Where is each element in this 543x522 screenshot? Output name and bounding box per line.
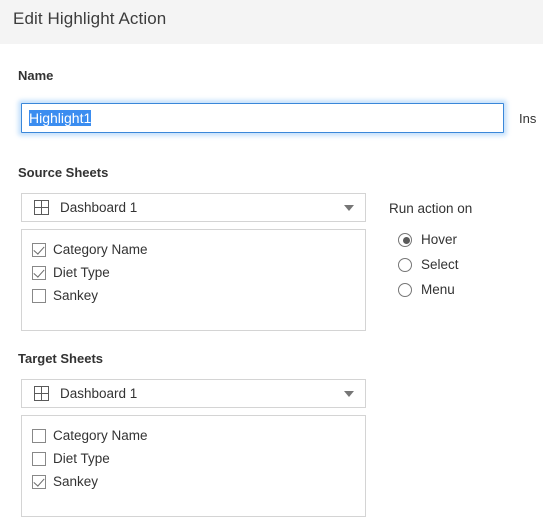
radio-icon[interactable] [398,232,412,247]
name-input-wrapper [18,100,507,136]
chevron-down-icon [344,390,354,397]
checkbox-icon[interactable] [32,265,46,280]
list-item[interactable]: Sankey [22,284,365,307]
radio-label: Menu [421,282,455,297]
radio-icon[interactable] [398,257,412,272]
name-input[interactable] [21,103,504,133]
list-item[interactable]: Diet Type [22,261,365,284]
radio-option-hover[interactable]: Hover [398,227,459,252]
target-sheet-list[interactable]: Category Name Diet Type Sankey [21,415,366,517]
source-sheets-label: Source Sheets [18,165,109,180]
target-sheets-label: Target Sheets [18,351,104,366]
source-sheet-list[interactable]: Category Name Diet Type Sankey [21,229,366,331]
radio-option-menu[interactable]: Menu [398,277,459,302]
checkbox-icon[interactable] [32,242,46,257]
list-item-label: Sankey [53,474,99,489]
dialog-title: Edit Highlight Action [13,9,167,28]
dialog-titlebar: Edit Highlight Action [0,0,543,44]
source-sheet-dropdown[interactable]: Dashboard 1 [21,193,366,222]
checkbox-icon[interactable] [32,474,46,489]
radio-icon[interactable] [398,282,412,297]
run-action-on-group: Hover Select Menu [398,227,459,302]
radio-label: Hover [421,232,458,247]
list-item-label: Sankey [53,288,99,303]
list-item[interactable]: Category Name [22,424,365,447]
run-action-on-label: Run action on [389,201,473,216]
checkbox-icon[interactable] [32,288,46,303]
list-item[interactable]: Sankey [22,470,365,493]
checkbox-icon[interactable] [32,451,46,466]
list-item-label: Category Name [53,242,148,257]
radio-option-select[interactable]: Select [398,252,459,277]
chevron-down-icon [344,204,354,211]
list-item[interactable]: Category Name [22,238,365,261]
list-item-label: Diet Type [53,265,110,280]
target-sheet-dropdown-value: Dashboard 1 [60,386,138,401]
name-label: Name [18,68,54,83]
source-sheet-dropdown-value: Dashboard 1 [60,200,138,215]
target-sheet-dropdown[interactable]: Dashboard 1 [21,379,366,408]
list-item-label: Category Name [53,428,148,443]
list-item[interactable]: Diet Type [22,447,365,470]
dashboard-grid-icon [34,386,49,401]
list-item-label: Diet Type [53,451,110,466]
radio-label: Select [421,257,459,272]
checkbox-icon[interactable] [32,428,46,443]
insert-menu-label[interactable]: Ins [519,111,543,126]
dashboard-grid-icon [34,200,49,215]
